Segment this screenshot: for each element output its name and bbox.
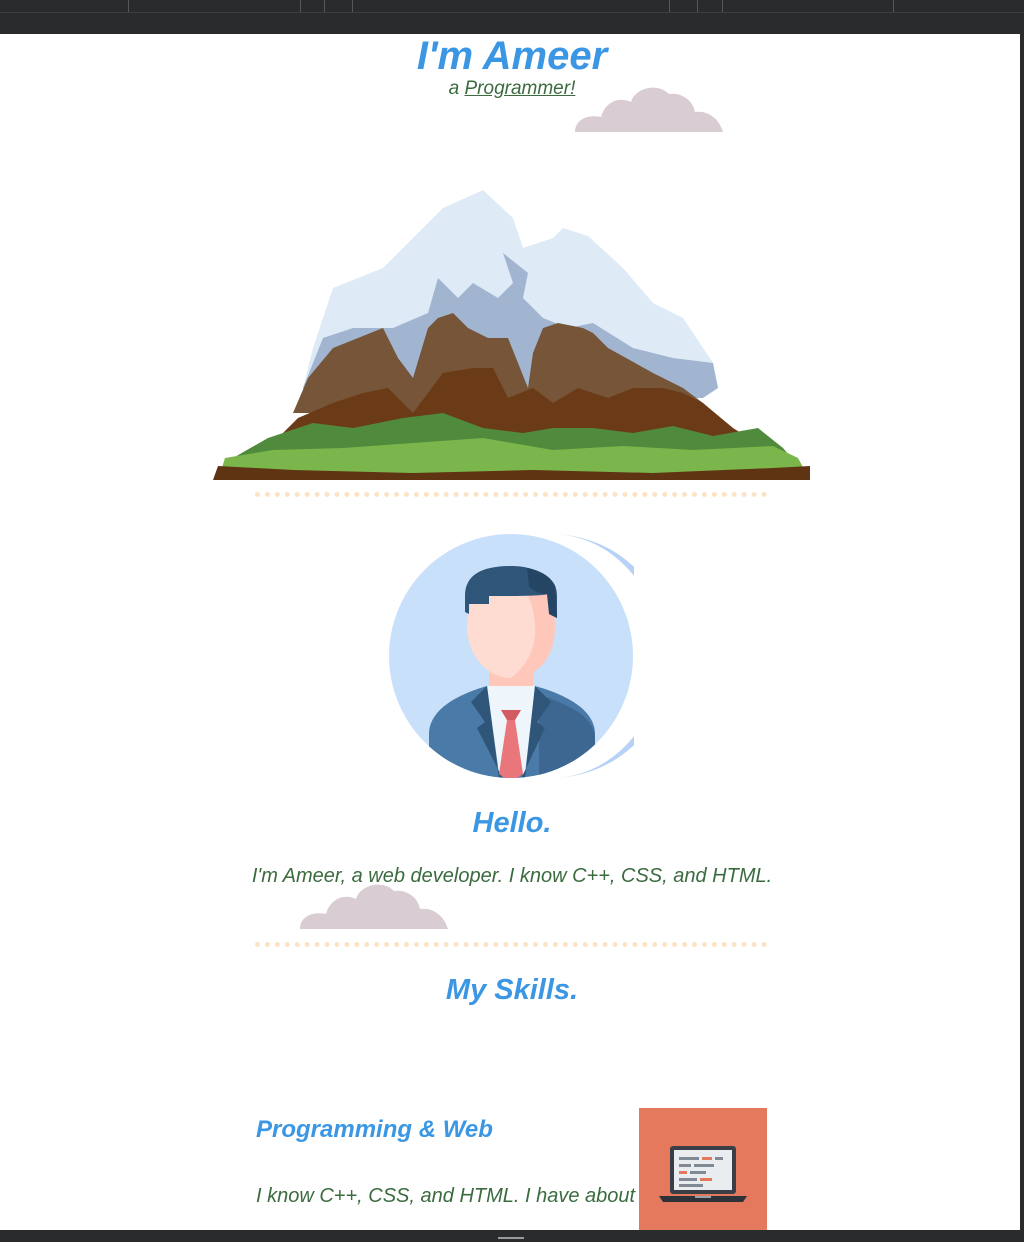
programmer-link[interactable]: Programmer!	[465, 78, 576, 99]
toolbar-divider	[697, 0, 698, 12]
toolbar-divider	[324, 0, 325, 12]
page-subtitle: a Programmer!	[0, 78, 1020, 100]
vertical-scrollbar[interactable]	[1020, 34, 1024, 1230]
businessman-avatar-icon	[389, 534, 634, 778]
skill-tile	[639, 1108, 767, 1230]
about-heading: Hello.	[472, 807, 552, 839]
toolbar-divider	[722, 0, 723, 12]
about-text: I'm Ameer, a web developer. I know C++, …	[251, 865, 773, 887]
toolbar-divider	[669, 0, 670, 12]
page-content: I'm Ameer a Programmer! Hello. I'm Ameer…	[0, 34, 1020, 1230]
toolbar-divider	[300, 0, 301, 12]
dotted-divider	[255, 942, 767, 951]
cloud-icon	[300, 884, 448, 929]
laptop-icon	[659, 1146, 747, 1202]
mountain-icon	[213, 190, 810, 480]
toolbar-divider	[128, 0, 129, 12]
scrollbar-handle[interactable]	[498, 1237, 524, 1239]
skill-title: Programming & Web	[256, 1116, 493, 1143]
dotted-divider	[255, 492, 767, 501]
toolbar-divider	[893, 0, 894, 12]
skill-description: I know C++, CSS, and HTML. I have about	[256, 1185, 636, 1207]
browser-toolbar	[0, 0, 1024, 34]
horizontal-scrollbar[interactable]	[0, 1230, 1024, 1242]
toolbar-divider	[352, 0, 353, 12]
toolbar-line	[0, 12, 1024, 13]
cloud-icon	[575, 87, 723, 132]
page-title: I'm Ameer	[416, 34, 608, 78]
subtitle-prefix: a	[448, 78, 460, 99]
skills-heading: My Skills.	[445, 974, 579, 1006]
